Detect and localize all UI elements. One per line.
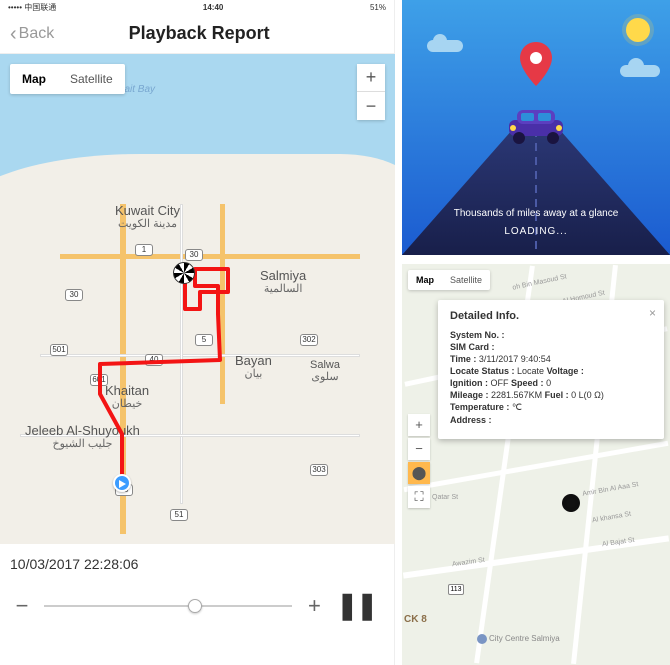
map-type-map-button[interactable]: Map [10,64,58,94]
field-value: ℃ [512,402,522,412]
route-shield: 113 [448,584,464,595]
close-button[interactable]: × [649,306,656,320]
poi-label: City Centre Salmiya [489,634,560,643]
field-value: Locate [517,366,544,376]
field-label: Fuel : [545,390,569,400]
location-pin-icon [516,40,556,90]
field-value: 3/11/2017 9:40:54 [479,354,551,364]
popup-title: Detailed Info. [450,310,652,322]
info-popup: × Detailed Info. System No. : SIM Card :… [438,300,664,439]
cloud-icon [620,65,660,77]
pause-button[interactable]: ❚❚ [336,590,384,621]
map-type-switch: Map Satellite [10,64,125,94]
vehicle-marker-icon[interactable] [562,494,580,512]
field-label: Mileage : [450,390,489,400]
zoom-out-button[interactable]: − [357,92,385,120]
gps-track-line [0,54,395,544]
zoom-control: + − ⬤ ⛶ [408,414,430,510]
splash-bg: Thousands of miles away at a glance LOAD… [402,0,670,255]
detail-map-panel: oh Bin Masoud St Al Homoud St Amir Bin A… [402,264,670,665]
poi-city-centre[interactable]: City Centre Salmiya [477,634,560,644]
splash-loading-label: LOADING... [402,226,670,237]
street-label: oh Bin Masoud St [512,273,568,291]
speed-down-button[interactable]: − [10,593,34,619]
loading-splash-panel: Thousands of miles away at a glance LOAD… [402,0,670,255]
field-label: Ignition : [450,378,488,388]
field-label: Temperature : [450,402,509,412]
field-value: 0 [546,378,551,388]
street-label: Al khansa St [592,511,632,525]
field-label: Speed : [511,378,544,388]
street-label: Qatar St [432,494,458,501]
map-type-satellite-button[interactable]: Satellite [58,64,125,94]
vehicle-marker-icon[interactable] [173,262,195,284]
slider-knob[interactable] [188,599,202,613]
field-label: Time : [450,354,476,364]
zoom-in-button[interactable]: + [357,64,385,92]
playback-map[interactable]: Kuwait Bay Kuwait City مدينة الكويت Salm… [0,54,395,544]
map-type-map-button[interactable]: Map [408,270,442,290]
status-bar: ••••• 中国联通 14:40 51% [0,0,394,14]
nav-bar: ‹ Back Playback Report [0,14,394,54]
start-marker-icon[interactable] [113,474,131,492]
field-value: 0 L(0 Ω) [571,390,604,400]
cloud-icon [427,40,463,52]
page-title: Playback Report [14,23,384,44]
playback-report-panel: ••••• 中国联通 14:40 51% ‹ Back Playback Rep… [0,0,395,665]
street-view-button[interactable]: ⬤ [408,462,430,484]
zoom-in-button[interactable]: + [408,414,430,436]
field-label: System No. : [450,330,505,340]
poi-icon [477,634,487,644]
battery-label: 51% [370,3,386,12]
detail-map[interactable]: oh Bin Masoud St Al Homoud St Amir Bin A… [402,264,670,665]
field-label: Locate Status : [450,366,515,376]
playback-timestamp: 10/03/2017 22:28:06 [0,544,394,584]
sun-icon [626,18,650,42]
fullscreen-button[interactable]: ⛶ [408,486,430,508]
field-label: SIM Card : [450,342,495,352]
field-label: Address : [450,415,492,425]
zoom-out-button[interactable]: − [408,438,430,460]
zoom-control: + − [357,64,385,120]
playback-controls: − + ❚❚ [0,584,394,621]
block-label: CK 8 [404,614,427,625]
splash-tagline: Thousands of miles away at a glance [402,208,670,219]
carrier-label: ••••• 中国联通 [8,2,56,13]
field-value: OFF [491,378,509,388]
field-value: 2281.567KM [491,390,542,400]
speed-up-button[interactable]: + [302,593,326,619]
clock-label: 14:40 [56,3,370,12]
map-type-satellite-button[interactable]: Satellite [442,270,490,290]
map-type-switch: Map Satellite [408,270,490,290]
field-label: Voltage : [547,366,584,376]
car-icon [501,106,571,146]
playback-slider[interactable] [44,605,292,607]
